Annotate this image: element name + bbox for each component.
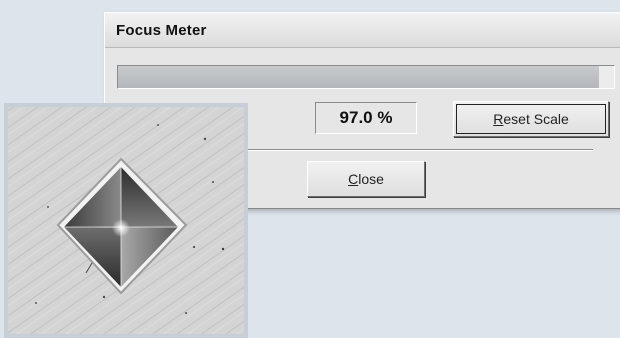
reset-scale-button[interactable]: Reset Scale (453, 101, 609, 137)
close-label: Close (348, 171, 384, 187)
dialog-title: Focus Meter (116, 21, 207, 39)
close-button[interactable]: Close (307, 161, 425, 197)
dialog-titlebar[interactable]: Focus Meter (105, 13, 620, 48)
indentation-micrograph (8, 107, 244, 334)
specimen-image (4, 103, 248, 338)
focus-meter-fill (118, 66, 600, 88)
focus-meter-bar (117, 65, 615, 89)
reset-scale-label: Reset Scale (493, 111, 569, 127)
focus-value-display: 97.0 % (315, 102, 417, 134)
dialog-separator (233, 149, 593, 151)
